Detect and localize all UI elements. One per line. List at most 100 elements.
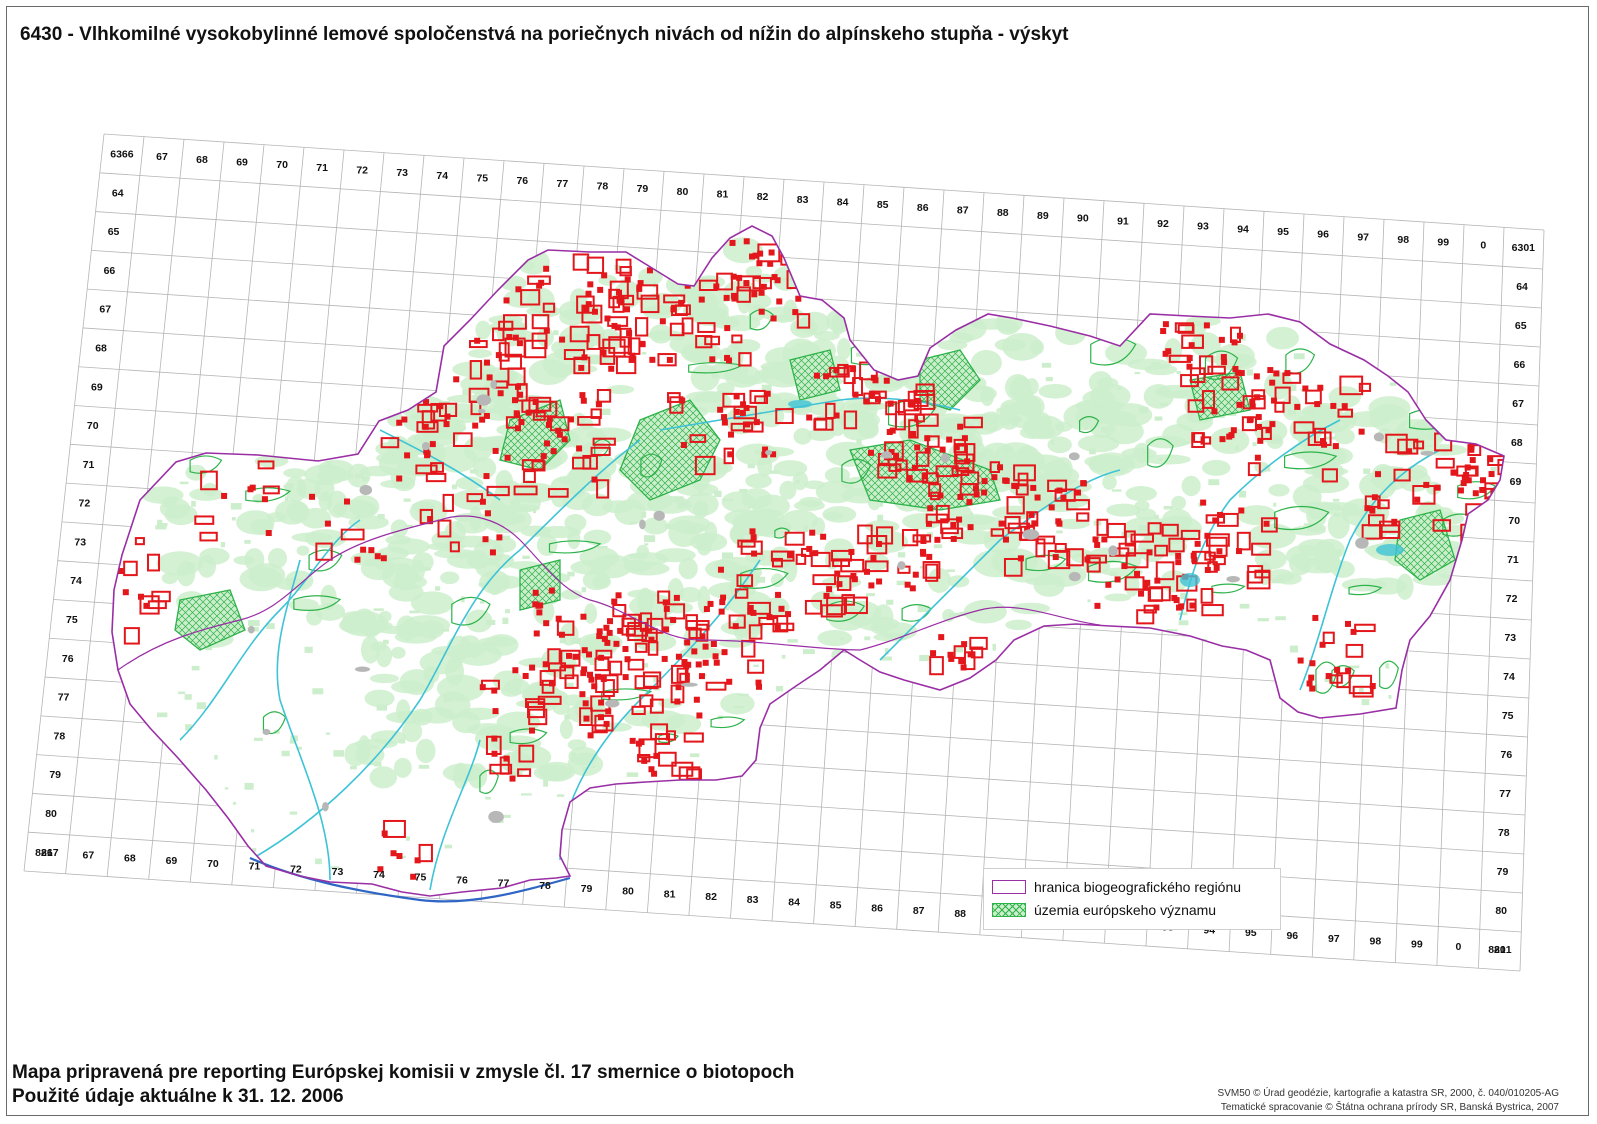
grid-label: 75 [66, 614, 78, 626]
occurrence-square [1309, 660, 1316, 667]
credits-line-1: SVM50 © Úrad geodézie, kartografie a kat… [1217, 1088, 1559, 1099]
habitat-patch [444, 844, 452, 849]
habitat-patch [769, 470, 780, 474]
habitat-patch [191, 665, 200, 671]
grid-label: 64 [112, 187, 124, 199]
occurrence-square [492, 447, 499, 454]
habitat-patch [1158, 390, 1168, 395]
occurrence-square [591, 308, 598, 315]
habitat-patch [755, 576, 766, 583]
occurrence-square [806, 414, 813, 421]
urban-area [421, 442, 430, 451]
occurrence-square [595, 401, 602, 408]
occurrence-square [532, 589, 539, 596]
grid-label: 81 [664, 888, 676, 900]
urban-area [940, 453, 950, 463]
habitat-patch [244, 539, 251, 544]
occurrence-square [702, 643, 709, 650]
occurrence-square [868, 582, 875, 589]
urban-area [897, 561, 906, 570]
habitat-patch [485, 796, 491, 800]
grid-label: 72 [1506, 593, 1518, 605]
habitat-patch [297, 480, 301, 485]
habitat-patch [304, 646, 313, 653]
habitat-patch [1184, 440, 1190, 444]
occurrence-square [1212, 517, 1219, 524]
grid-label: 80 [622, 886, 634, 898]
occurrence-square [750, 609, 757, 616]
occurrence-square [1314, 401, 1321, 408]
occurrence-square [603, 720, 610, 727]
occurrence-square [696, 712, 703, 719]
occurrence-square [720, 594, 727, 601]
habitat-patch [1293, 353, 1305, 360]
grid-label: 80 [45, 808, 57, 820]
occurrence-square [580, 670, 587, 677]
habitat-patch [1290, 384, 1297, 392]
occurrence-square [309, 493, 316, 500]
occurrence-square [981, 478, 988, 485]
habitat-patch [437, 628, 450, 632]
occurrence-square [550, 448, 557, 455]
habitat-patch [315, 858, 322, 865]
habitat-patch [970, 512, 974, 519]
occurrence-square [380, 555, 387, 562]
occurrence-square [496, 534, 503, 541]
occurrence-square [1203, 322, 1210, 329]
habitat-patch [360, 556, 396, 581]
occurrence-square [1294, 403, 1301, 410]
grid-label: 70 [87, 420, 99, 432]
habitat-patch [556, 794, 565, 797]
occurrence-square [474, 337, 481, 344]
occurrence-square [906, 475, 913, 482]
habitat-patch [233, 555, 255, 565]
occurrence-square [1101, 536, 1108, 543]
habitat-patch [281, 750, 290, 757]
occurrence-square [122, 589, 129, 596]
habitat-patch [997, 320, 1019, 335]
occurrence-square [1267, 367, 1274, 374]
habitat-patch [1270, 437, 1282, 444]
occurrence-square [1263, 520, 1270, 527]
grid-label: 72 [79, 498, 91, 510]
habitat-patch [591, 765, 596, 768]
habitat-patch [409, 610, 420, 614]
grid-label: 79 [637, 183, 649, 195]
habitat-patch [1104, 593, 1132, 602]
habitat-patch [283, 484, 288, 489]
occurrence-square [344, 498, 351, 505]
grid-label: 77 [557, 178, 569, 190]
habitat-patch [592, 574, 611, 589]
occurrence-square [666, 356, 673, 363]
occurrence-square [868, 392, 875, 399]
occurrence-square [472, 422, 479, 429]
grid-label: 99 [1411, 938, 1423, 950]
habitat-patch [196, 702, 206, 710]
occurrence-square [453, 376, 460, 383]
occurrence-square [607, 618, 614, 625]
habitat-patch [1005, 619, 1032, 631]
urban-area [1373, 432, 1385, 442]
lake [1376, 544, 1404, 556]
occurrence-square [623, 306, 630, 313]
habitat-patch [197, 554, 217, 578]
occurrence-square [675, 684, 682, 691]
habitat-patch [1308, 410, 1318, 416]
habitat-patch [1389, 382, 1397, 386]
habitat-patch [689, 753, 700, 758]
occurrence-square [555, 615, 562, 622]
occurrence-square [492, 708, 499, 715]
habitat-patch [642, 517, 669, 535]
habitat-patch [360, 635, 380, 664]
grid-label: 97 [1357, 231, 1369, 243]
grid-label: 66 [104, 265, 116, 277]
occurrence-square [396, 475, 403, 482]
occurrence-square [883, 377, 890, 384]
occurrence-square [1060, 494, 1067, 501]
grid-label: 72 [356, 165, 368, 177]
occurrence-square [766, 614, 773, 621]
grid-label: 0 [1455, 941, 1461, 953]
occurrence-square [717, 406, 724, 413]
urban-area [262, 728, 271, 736]
habitat-patch [933, 544, 943, 549]
